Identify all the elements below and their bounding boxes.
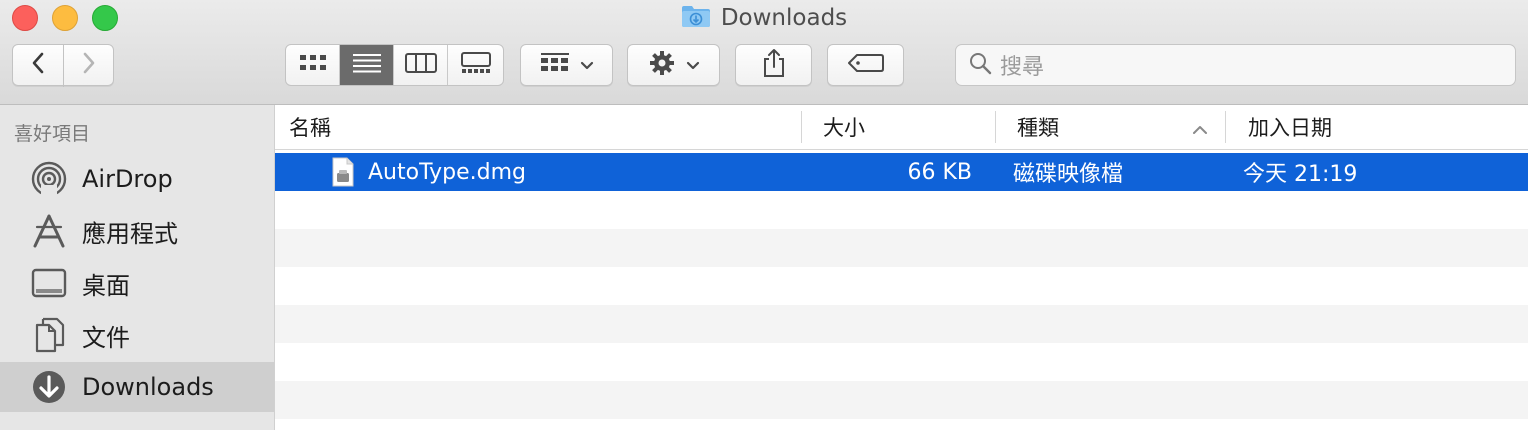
list-header: 名稱 大小 種類 加入日期	[275, 105, 1528, 150]
group-icon	[540, 52, 570, 78]
sidebar-item-label: 文件	[82, 323, 130, 352]
column-header-name[interactable]: 名稱	[289, 105, 799, 149]
icon-view-button[interactable]	[286, 45, 340, 85]
column-divider[interactable]	[1225, 111, 1226, 143]
column-divider[interactable]	[995, 111, 996, 143]
applications-icon	[30, 212, 68, 250]
share-button[interactable]	[735, 44, 812, 86]
sidebar-item-label: 應用程式	[82, 219, 178, 248]
column-header-label: 種類	[1017, 116, 1059, 140]
back-button[interactable]	[12, 44, 64, 86]
gallery-view-button[interactable]	[448, 45, 503, 85]
sidebar-item-desktop[interactable]: 桌面	[0, 258, 274, 308]
downloads-icon	[30, 368, 68, 406]
empty-row	[275, 343, 1528, 381]
icon-grid-icon	[299, 53, 327, 77]
gear-icon	[648, 49, 676, 81]
chevron-down-icon	[580, 56, 594, 75]
empty-row	[275, 191, 1528, 229]
file-row[interactable]: AutoType.dmg 66 KB 磁碟映像檔 今天 21:19	[275, 153, 1528, 191]
documents-icon	[30, 316, 68, 354]
action-menu-button[interactable]	[627, 44, 720, 86]
list-view-button[interactable]	[340, 45, 394, 85]
column-view-button[interactable]	[394, 45, 448, 85]
search-icon	[968, 51, 992, 79]
empty-row	[275, 229, 1528, 267]
window-title-area: Downloads	[0, 4, 1528, 32]
minimize-window-button[interactable]	[52, 5, 78, 31]
airdrop-icon	[30, 160, 68, 198]
column-header-label: 大小	[823, 116, 865, 140]
window-title: Downloads	[720, 5, 848, 31]
tag-button[interactable]	[827, 44, 904, 86]
sidebar: 喜好項目 AirDrop 應用程式 桌面 文件 Downloads	[0, 105, 275, 430]
list-icon	[352, 53, 382, 77]
search-placeholder: 搜尋	[1000, 55, 1045, 80]
file-size: 66 KB	[907, 159, 972, 185]
toolbar: Downloads 搜尋	[0, 0, 1528, 105]
file-kind: 磁碟映像檔	[1013, 162, 1124, 187]
column-divider[interactable]	[801, 111, 802, 143]
sidebar-item-downloads[interactable]: Downloads	[0, 362, 274, 412]
chevron-left-icon	[31, 51, 45, 79]
file-list: 名稱 大小 種類 加入日期 AutoType.dmg 66 KB 磁碟映像檔 今…	[275, 105, 1528, 430]
sidebar-item-label: Downloads	[82, 373, 214, 401]
empty-row	[275, 381, 1528, 419]
search-field[interactable]: 搜尋	[955, 44, 1516, 86]
columns-icon	[404, 52, 437, 78]
zoom-window-button[interactable]	[92, 5, 118, 31]
forward-button[interactable]	[63, 44, 114, 86]
group-by-button[interactable]	[520, 44, 613, 86]
sort-ascending-icon	[1192, 118, 1208, 142]
file-date-added: 今天 21:19	[1243, 162, 1358, 187]
column-header-date-added[interactable]: 加入日期	[1248, 105, 1508, 149]
dmg-file-icon	[331, 153, 355, 191]
desktop-icon	[30, 264, 68, 302]
sidebar-item-label: 桌面	[82, 271, 130, 300]
empty-row	[275, 305, 1528, 343]
share-icon	[762, 48, 786, 82]
chevron-down-icon	[686, 56, 700, 75]
sidebar-item-documents[interactable]: 文件	[0, 310, 274, 360]
column-header-size[interactable]: 大小	[823, 105, 993, 149]
column-header-label: 加入日期	[1248, 116, 1332, 140]
sidebar-item-airdrop[interactable]: AirDrop	[0, 154, 274, 204]
finder-window: Downloads 搜尋 喜好項目 AirDrop 應用程式 桌面 文件 Dow…	[0, 0, 1528, 430]
column-header-label: 名稱	[289, 116, 331, 140]
chevron-right-icon	[82, 51, 96, 79]
view-mode-segmented-control	[285, 44, 504, 86]
tag-icon	[847, 53, 884, 77]
sidebar-section-title: 喜好項目	[14, 123, 91, 145]
sidebar-item-label: AirDrop	[82, 165, 173, 193]
empty-row	[275, 267, 1528, 305]
downloads-folder-icon	[681, 4, 711, 32]
file-name: AutoType.dmg	[368, 159, 526, 185]
sidebar-item-applications[interactable]: 應用程式	[0, 206, 274, 256]
gallery-icon	[460, 52, 492, 78]
close-window-button[interactable]	[12, 5, 38, 31]
